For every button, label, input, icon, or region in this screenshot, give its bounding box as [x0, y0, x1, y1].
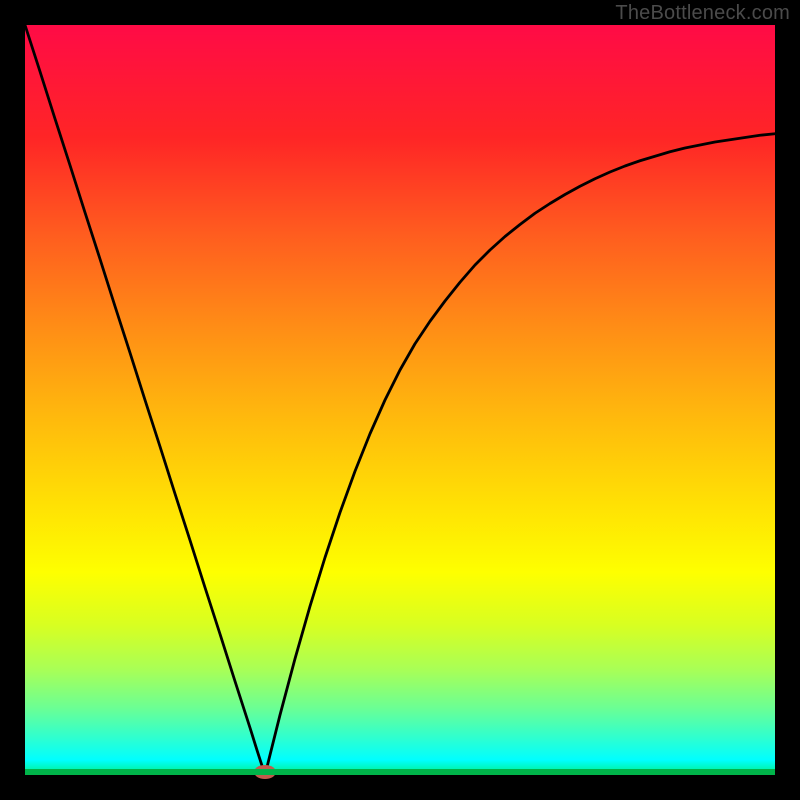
plot-area: [25, 25, 775, 775]
plot-bottom-border: [25, 769, 775, 775]
chart-svg: [25, 25, 775, 775]
bottleneck-curve: [25, 25, 775, 775]
watermark-text: TheBottleneck.com: [615, 2, 790, 25]
chart-container: TheBottleneck.com: [0, 0, 800, 800]
